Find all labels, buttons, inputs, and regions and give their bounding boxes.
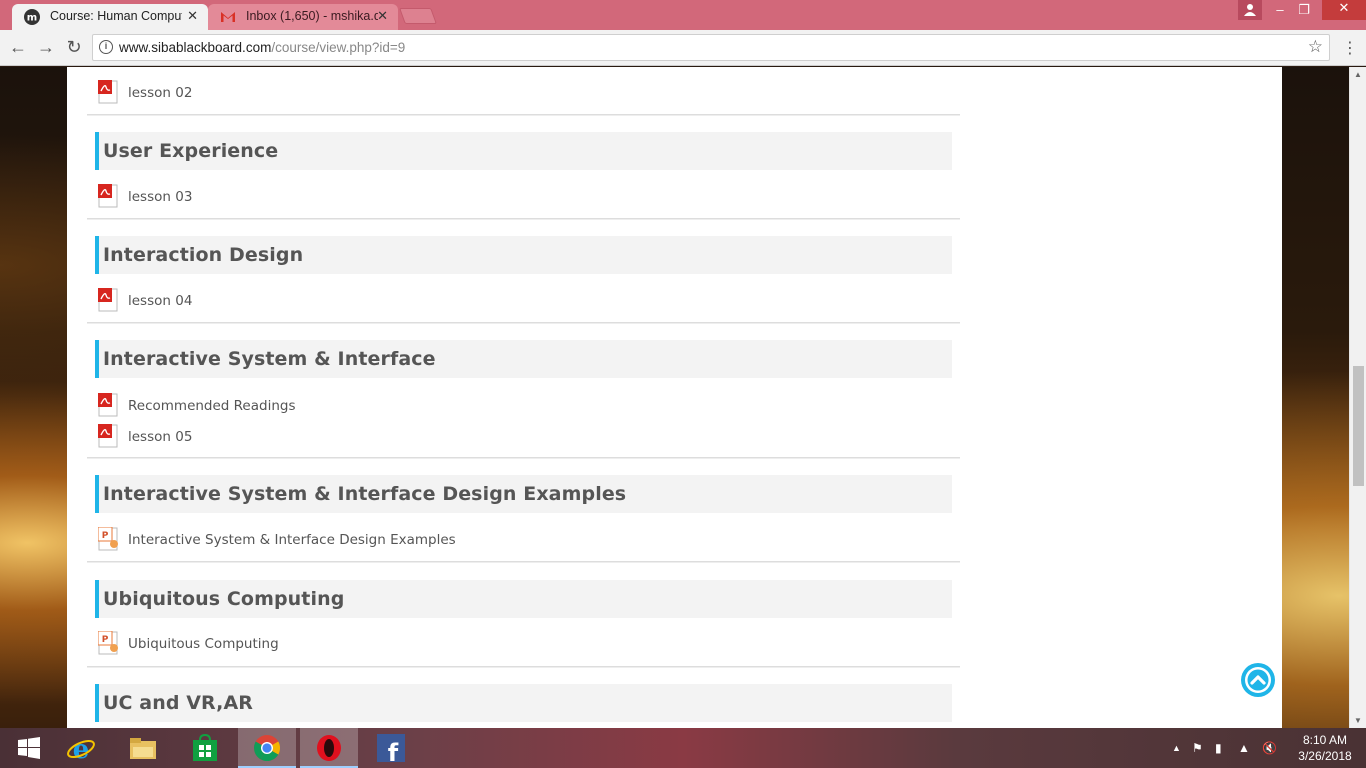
svg-text:P: P [102,531,109,541]
close-window-icon[interactable]: ✕ [1322,0,1366,20]
moodle-icon: m [24,9,40,25]
user-icon[interactable] [1238,0,1262,20]
section-divider [87,457,960,458]
system-tray: ▲ ⚑ ▮ ▲ 🔇 [1160,728,1300,768]
section-divider [87,322,960,323]
pdf-icon [98,424,118,448]
scroll-down-icon[interactable]: ▼ [1354,716,1362,725]
clock-date: 3/26/2018 [1298,749,1352,763]
windows-logo-icon [18,737,40,759]
vertical-scrollbar[interactable]: ▲ ▼ [1349,67,1366,728]
section-divider [87,218,960,219]
url-domain: www.sibablackboard.com [119,40,272,55]
resource-label: lesson 04 [128,293,193,309]
folder-icon [130,738,156,759]
section-divider [87,114,960,115]
opera-icon [317,735,341,761]
back-icon[interactable]: ← [6,36,30,60]
pdf-icon [98,288,118,312]
taskbar-facebook[interactable]: f [362,728,420,768]
network-signal-icon[interactable]: ▲ [1238,741,1250,755]
svg-text:e: e [73,735,90,763]
browser-tabstrip: m Course: Human Compute ✕ Inbox (1,650) … [0,0,1366,30]
powerpoint-icon: P [98,527,118,551]
section-title: Interactive System & Interface [95,340,952,378]
course-content: lesson 02 User Experience lesson 03 Inte… [67,67,1282,728]
section-title: UC and VR,AR [95,684,952,722]
section-title: Interactive System & Interface Design Ex… [95,475,952,513]
menu-icon[interactable]: ⋮ [1342,38,1358,58]
new-tab-button[interactable] [399,8,437,24]
scrollbar-thumb[interactable] [1353,366,1364,486]
resource-label: lesson 05 [128,429,193,445]
action-center-flag-icon[interactable]: ⚑ [1192,741,1203,755]
forward-icon[interactable]: → [34,36,58,60]
powerpoint-icon: P [98,631,118,655]
pdf-icon [98,80,118,104]
system-clock[interactable]: 8:10 AM 3/26/2018 [1290,732,1360,764]
close-tab-icon[interactable]: ✕ [377,8,388,24]
pdf-icon [98,393,118,417]
url-path: /course/view.php?id=9 [271,40,406,55]
info-icon[interactable]: i [99,40,113,54]
gmail-icon [221,12,235,22]
minimize-icon[interactable]: – [1268,2,1292,22]
volume-muted-icon[interactable]: 🔇 [1262,741,1277,755]
tab-title: Course: Human Compute [50,9,182,23]
section-divider [87,561,960,562]
section-divider [87,666,960,667]
chrome-icon [253,735,281,762]
section-title: User Experience [95,132,952,170]
resource-label: Ubiquitous Computing [128,636,279,652]
internet-explorer-icon: e [67,735,95,763]
tray-expand-icon[interactable]: ▲ [1172,743,1181,753]
browser-toolbar: ← → ↻ i www.sibablackboard.com/course/vi… [0,30,1366,66]
taskbar-chrome[interactable] [238,728,296,768]
resource-label: Interactive System & Interface Design Ex… [128,532,456,548]
battery-icon[interactable]: ▮ [1215,741,1222,755]
close-tab-icon[interactable]: ✕ [187,8,198,24]
tab-gmail[interactable]: Inbox (1,650) - mshika.de ✕ [208,4,398,30]
windows-taskbar: e f ▲ ⚑ ▮ ▲ 🔇 8:10 AM 3/26/2018 [0,728,1366,768]
svg-text:f: f [388,739,399,763]
store-icon [193,733,217,761]
taskbar-opera[interactable] [300,728,358,768]
svg-text:m: m [27,13,37,24]
taskbar-store[interactable] [176,728,234,768]
resource-label: Recommended Readings [128,398,296,414]
svg-text:P: P [102,635,109,645]
address-bar[interactable]: i www.sibablackboard.com/course/view.php… [92,34,1330,61]
restore-icon[interactable]: ❐ [1292,2,1316,22]
tab-course[interactable]: m Course: Human Compute ✕ [12,4,208,30]
bookmark-star-icon[interactable]: ☆ [1308,37,1323,57]
chevron-up-icon [1245,667,1271,693]
taskbar-internet-explorer[interactable]: e [52,728,110,768]
taskbar-file-explorer[interactable] [114,728,172,768]
facebook-icon: f [377,734,405,763]
section-title: Ubiquitous Computing [95,580,952,618]
resource-label: lesson 03 [128,189,193,205]
resource-label: lesson 02 [128,85,193,101]
section-title: Interaction Design [95,236,952,274]
tab-title: Inbox (1,650) - mshika.de [246,9,378,23]
pdf-icon [98,184,118,208]
page-viewport: lesson 02 User Experience lesson 03 Inte… [0,67,1366,728]
start-button[interactable] [0,728,58,768]
scroll-up-icon[interactable]: ▲ [1354,70,1362,79]
scroll-to-top-button[interactable] [1241,663,1275,697]
clock-time: 8:10 AM [1302,733,1348,747]
reload-icon[interactable]: ↻ [62,36,86,60]
